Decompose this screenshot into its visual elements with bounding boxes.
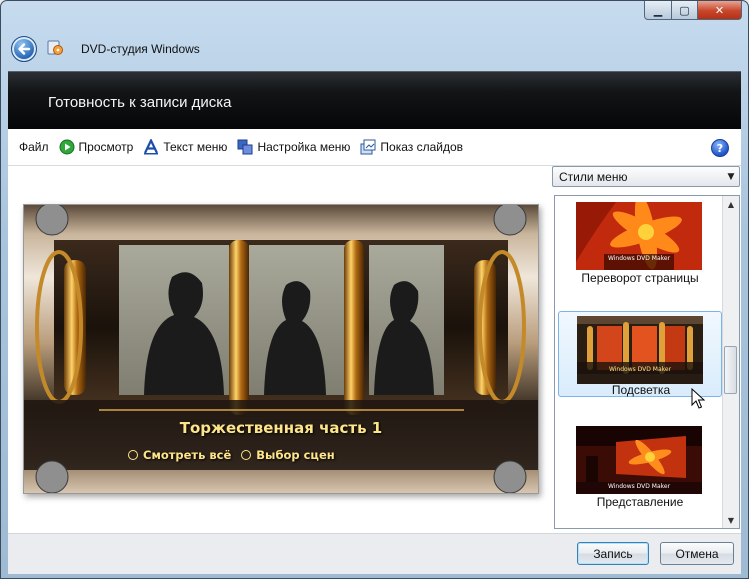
help-button[interactable]: ?: [711, 139, 729, 157]
scenes-label: Выбор сцен: [256, 448, 335, 462]
style-item-label: Представление: [596, 495, 684, 509]
menu-text-button[interactable]: Текст меню: [138, 135, 232, 159]
bullet-icon: [128, 450, 138, 460]
cancel-button[interactable]: Отмена: [660, 542, 734, 565]
preview-label: Просмотр: [78, 140, 134, 154]
style-thumb-caption: Windows DVD Maker: [607, 255, 671, 262]
close-button[interactable]: ✕: [698, 1, 742, 20]
preview-button[interactable]: Просмотр: [54, 135, 139, 159]
menu-styles-value: Стили меню: [559, 169, 628, 184]
app-title: DVD-студия Windows: [81, 42, 200, 56]
style-item-page-curl[interactable]: Windows DVD Maker Переворот страницы: [558, 198, 722, 285]
menu-preview: Торжественная часть 1 Смотреть всё Выбор…: [23, 204, 539, 494]
slideshow-label: Показ слайдов: [380, 140, 464, 154]
burn-button[interactable]: Запись: [577, 542, 649, 565]
scroll-down-arrow-icon[interactable]: ▼: [723, 512, 739, 528]
slideshow-icon: [360, 139, 376, 155]
customize-menu-label: Настройка меню: [257, 140, 351, 154]
file-menu-label: Файл: [19, 140, 49, 154]
dvd-maker-icon: [47, 40, 63, 55]
mouse-cursor-icon: [691, 388, 705, 409]
footer-bar: Запись Отмена: [8, 533, 741, 574]
style-thumb-caption: Windows DVD Maker: [607, 483, 671, 490]
app-window: ▁ ▢ ✕ DVD-студия Windows Готовность к за…: [0, 0, 749, 579]
content-area: Торжественная часть 1 Смотреть всё Выбор…: [8, 166, 741, 533]
style-item-label: Переворот страницы: [581, 271, 699, 285]
play-icon: [59, 139, 75, 155]
menu-text-label: Текст меню: [163, 140, 228, 154]
back-button[interactable]: [11, 36, 37, 62]
style-item-highlight[interactable]: Windows DVD Maker Подсветка: [558, 311, 722, 397]
page-header: Готовность к записи диска: [8, 71, 741, 130]
preview-play-all-link: Смотреть всё: [128, 448, 231, 462]
customize-icon: [237, 139, 253, 155]
back-arrow-icon: [18, 43, 31, 55]
menu-styles-list: Windows DVD Maker Переворот страницы Win…: [554, 195, 740, 529]
customize-menu-button[interactable]: Настройка меню: [232, 135, 355, 159]
style-item-presentation[interactable]: Windows DVD Maker Представление: [558, 422, 722, 509]
window-controls: ▁ ▢ ✕: [644, 1, 742, 20]
preview-scenes-link: Выбор сцен: [241, 448, 335, 462]
style-thumb-caption: Windows DVD Maker: [608, 366, 672, 373]
bullet-icon: [241, 450, 252, 460]
text-a-icon: [143, 139, 159, 155]
play-all-label: Смотреть всё: [143, 448, 232, 462]
scroll-up-arrow-icon[interactable]: ▲: [723, 196, 739, 212]
style-thumbnail: Windows DVD Maker: [576, 426, 702, 494]
page-title: Готовность к записи диска: [48, 94, 232, 111]
minimize-button[interactable]: ▁: [644, 1, 672, 20]
menu-styles-dropdown[interactable]: Стили меню ▼: [552, 166, 740, 187]
scrollbar-thumb[interactable]: [724, 346, 737, 394]
chevron-down-icon: ▼: [727, 171, 735, 182]
toolbar: Файл Просмотр Текст меню Настройка меню …: [8, 129, 741, 166]
slideshow-button[interactable]: Показ слайдов: [355, 135, 468, 159]
preview-menu-links: Смотреть всё Выбор сцен: [128, 448, 335, 462]
style-thumbnail: Windows DVD Maker: [576, 202, 702, 270]
styles-scrollbar[interactable]: ▲ ▼: [722, 196, 739, 528]
style-thumbnail: Windows DVD Maker: [577, 316, 703, 384]
preview-menu-title: Торжественная часть 1: [179, 419, 383, 437]
file-menu[interactable]: Файл: [14, 135, 54, 159]
maximize-button[interactable]: ▢: [672, 1, 698, 20]
